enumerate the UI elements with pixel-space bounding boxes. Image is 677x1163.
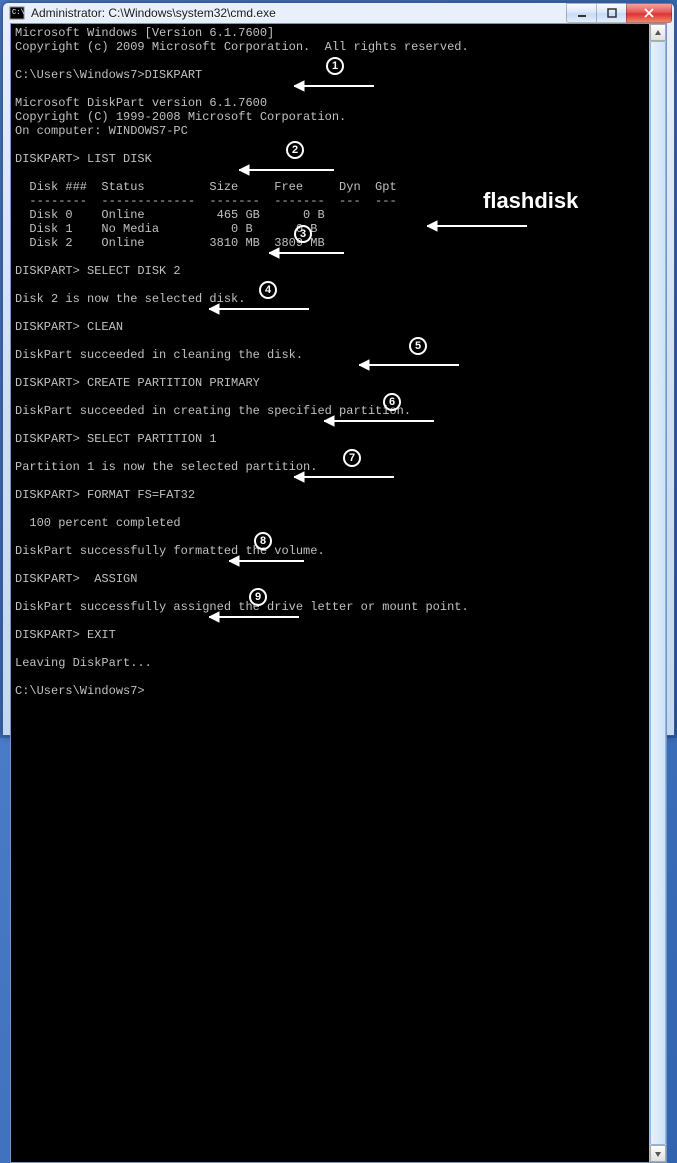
scroll-thumb[interactable] — [650, 41, 666, 1145]
annotation-num-7: 7 — [343, 449, 361, 467]
annotation-num-1: 1 — [326, 57, 344, 75]
term-line: -------- ------------- ------- ------- -… — [15, 194, 397, 208]
term-line: DiskPart successfully formatted the volu… — [15, 544, 325, 558]
term-line: Copyright (c) 2009 Microsoft Corporation… — [15, 40, 469, 54]
vertical-scrollbar[interactable] — [649, 24, 666, 1162]
term-line: Partition 1 is now the selected partitio… — [15, 460, 317, 474]
term-line: DISKPART> ASSIGN — [15, 572, 137, 586]
svg-text:C:\: C:\ — [12, 9, 25, 17]
term-line: DISKPART> SELECT PARTITION 1 — [15, 432, 217, 446]
term-line: Disk 2 Online 3810 MB 3809 MB — [15, 236, 325, 250]
cmd-window: C:\ Administrator: C:\Windows\system32\c… — [2, 2, 675, 736]
term-line: DiskPart successfully assigned the drive… — [15, 600, 469, 614]
term-line: Leaving DiskPart... — [15, 656, 152, 670]
term-line: Copyright (C) 1999-2008 Microsoft Corpor… — [15, 110, 346, 124]
term-line: DISKPART> EXIT — [15, 628, 116, 642]
term-line: DISKPART> FORMAT FS=FAT32 — [15, 488, 195, 502]
minimize-button[interactable] — [566, 3, 596, 23]
term-line: Microsoft Windows [Version 6.1.7600] — [15, 26, 274, 40]
term-line: C:\Users\Windows7>DISKPART — [15, 68, 202, 82]
term-line: Disk 2 is now the selected disk. — [15, 292, 245, 306]
close-button[interactable] — [626, 3, 672, 23]
term-line: Disk ### Status Size Free Dyn Gpt — [15, 180, 397, 194]
annotation-flash — [369, 204, 537, 252]
scroll-track[interactable] — [650, 41, 666, 1145]
term-line: On computer: WINDOWS7-PC — [15, 124, 188, 138]
term-line: Disk 0 Online 465 GB 0 B — [15, 208, 325, 222]
term-line: Microsoft DiskPart version 6.1.7600 — [15, 96, 267, 110]
annotation-num-4: 4 — [259, 281, 277, 299]
scroll-down-button[interactable] — [650, 1145, 666, 1162]
window-buttons — [566, 3, 672, 23]
terminal[interactable]: Microsoft Windows [Version 6.1.7600] Cop… — [11, 24, 649, 1162]
term-line: 100 percent completed — [15, 516, 181, 530]
annotation-5 — [301, 343, 479, 391]
term-line: DiskPart succeeded in cleaning the disk. — [15, 348, 303, 362]
term-line: C:\Users\Windows7> — [15, 684, 145, 698]
term-line: DiskPart succeeded in creating the speci… — [15, 404, 411, 418]
term-line: Disk 1 No Media 0 B 0 B — [15, 222, 317, 236]
maximize-button[interactable] — [596, 3, 626, 23]
term-line: DISKPART> SELECT DISK 2 — [15, 264, 181, 278]
titlebar[interactable]: C:\ Administrator: C:\Windows\system32\c… — [3, 3, 674, 23]
cmd-icon: C:\ — [9, 5, 25, 21]
annotation-num-5: 5 — [409, 337, 427, 355]
term-line: DISKPART> LIST DISK — [15, 152, 152, 166]
client-area: Microsoft Windows [Version 6.1.7600] Cop… — [10, 23, 667, 1163]
term-line: DISKPART> CLEAN — [15, 320, 123, 334]
term-line: DISKPART> CREATE PARTITION PRIMARY — [15, 376, 260, 390]
annotation-flashdisk-label: flashdisk — [483, 194, 578, 208]
annotation-num-2: 2 — [286, 141, 304, 159]
scroll-up-button[interactable] — [650, 24, 666, 41]
window-title: Administrator: C:\Windows\system32\cmd.e… — [31, 6, 566, 20]
